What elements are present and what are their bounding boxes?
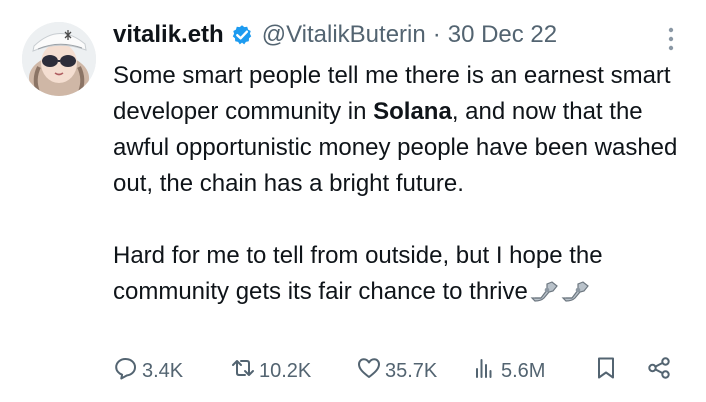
- bookmark-button[interactable]: [593, 355, 619, 387]
- author-name[interactable]: vitalik.eth: [113, 21, 224, 49]
- tweet-header: vitalik.eth @VitalikButerin · 30 Dec 22: [113, 18, 557, 52]
- separator: ·: [432, 21, 441, 48]
- bookmark-icon: [593, 355, 619, 387]
- views-count: 5.6M: [501, 359, 546, 382]
- solana-bold-text: Solana: [373, 98, 452, 125]
- retweet-icon: [230, 355, 256, 387]
- reply-count: 3.4K: [142, 359, 184, 382]
- mechanical-arm-emoji-icon: [529, 277, 559, 302]
- more-vertical-icon[interactable]: [658, 22, 684, 56]
- tweet[interactable]: vitalik.eth @VitalikButerin · 30 Dec 22 …: [0, 0, 706, 402]
- retweet-button[interactable]: 10.2K: [230, 355, 311, 387]
- share-icon: [646, 355, 672, 387]
- tweet-paragraph: Hard for me to tell from outside, but I …: [113, 238, 688, 310]
- avatar-image: [22, 22, 96, 96]
- tweet-text: Some smart people tell me there is an ea…: [113, 58, 688, 310]
- tweet-date[interactable]: 30 Dec 22: [448, 21, 557, 49]
- like-button[interactable]: 35.7K: [356, 355, 437, 387]
- share-button[interactable]: [646, 355, 672, 387]
- mechanical-arm-emoji-icon: [560, 277, 590, 302]
- avatar[interactable]: [22, 22, 96, 96]
- like-count: 35.7K: [385, 359, 438, 382]
- speech-bubble-icon: [113, 355, 139, 387]
- reply-button[interactable]: 3.4K: [113, 355, 183, 387]
- bar-chart-icon: [472, 355, 498, 387]
- heart-icon: [356, 355, 382, 387]
- verified-badge-icon: [231, 24, 253, 46]
- views-button[interactable]: 5.6M: [472, 355, 545, 387]
- tweet-actions: 3.4K 10.2K 35.7K 5.6M: [113, 355, 673, 387]
- tweet-paragraph: Some smart people tell me there is an ea…: [113, 58, 688, 202]
- retweet-count: 10.2K: [259, 359, 312, 382]
- author-handle[interactable]: @VitalikButerin: [262, 21, 426, 49]
